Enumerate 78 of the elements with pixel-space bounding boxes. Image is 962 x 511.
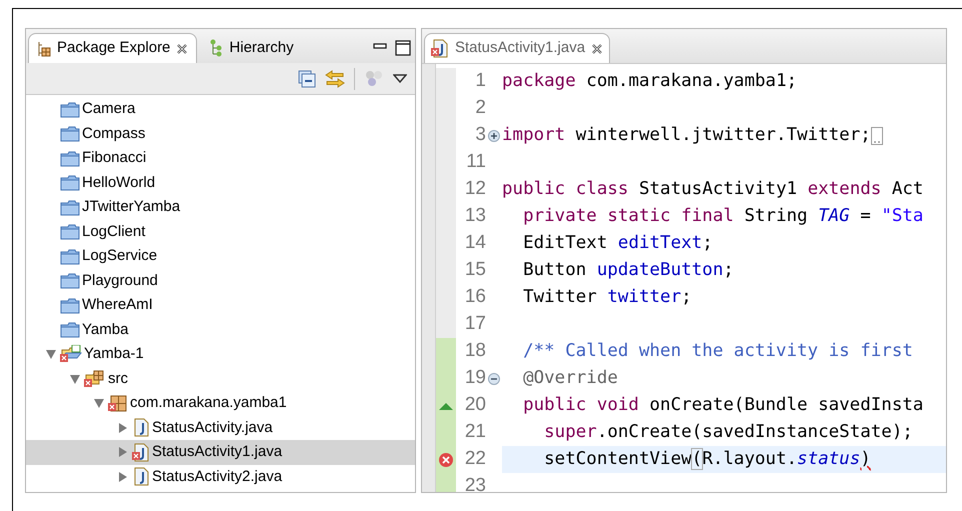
code-line: super.onCreate(savedInstanceState); bbox=[543, 421, 913, 444]
code-line: /** Called when the activity is first bbox=[522, 340, 913, 364]
tree-item[interactable]: src bbox=[26, 366, 415, 391]
expanded-arrow-icon[interactable] bbox=[68, 372, 82, 385]
line-number: 18 bbox=[464, 339, 486, 364]
folder-icon bbox=[60, 174, 80, 192]
code-line: @Override bbox=[522, 367, 618, 390]
expanded-arrow-icon[interactable] bbox=[44, 348, 58, 360]
tree-item[interactable]: Camera bbox=[26, 97, 415, 122]
tree-item[interactable]: Compass bbox=[26, 122, 415, 146]
line-number: 14 bbox=[464, 231, 486, 256]
code-line: package com.marakana.yamba1; bbox=[502, 70, 798, 94]
tree-item[interactable]: Yamba bbox=[26, 318, 415, 342]
fold-collapse-icon[interactable] bbox=[488, 372, 500, 384]
code-line: public class StatusActivity1 extends Act bbox=[502, 178, 924, 202]
line-number: 17 bbox=[464, 312, 486, 336]
view-menu-icon[interactable] bbox=[393, 74, 407, 84]
line-number: 13 bbox=[464, 204, 486, 228]
package-icon bbox=[108, 394, 128, 412]
collapse-all-icon[interactable] bbox=[298, 70, 316, 88]
maximize-icon[interactable] bbox=[395, 40, 411, 56]
fold-expand-icon[interactable] bbox=[488, 130, 500, 142]
close-icon[interactable] bbox=[176, 42, 188, 54]
tree-item[interactable]: StatusActivity.java bbox=[26, 416, 415, 440]
folder-icon bbox=[60, 248, 80, 265]
open-folder-icon bbox=[60, 345, 82, 364]
editor-tab[interactable]: StatusActivity1.java bbox=[424, 33, 610, 63]
folder-icon bbox=[60, 296, 80, 314]
package-explorer-icon bbox=[37, 40, 51, 56]
line-number: 23 bbox=[464, 474, 486, 492]
line-number: 11 bbox=[465, 150, 486, 174]
tree-item[interactable]: LogClient bbox=[26, 220, 415, 244]
tree-item[interactable]: StatusActivity2.java bbox=[26, 464, 415, 489]
line-number: 21 bbox=[464, 420, 486, 444]
folder-icon bbox=[60, 321, 80, 338]
folder-icon bbox=[60, 150, 80, 167]
line-number: 16 bbox=[464, 285, 486, 310]
line-number: 22 bbox=[464, 447, 486, 472]
folder-icon bbox=[60, 223, 80, 240]
code-line: setContentView(R.layout.status) bbox=[543, 448, 871, 472]
line-number: 12 bbox=[464, 177, 486, 202]
tree-item[interactable]: Fibonacci bbox=[26, 146, 415, 170]
close-icon[interactable] bbox=[591, 42, 604, 54]
view-tab[interactable]: Package Explore bbox=[28, 33, 198, 63]
folder-icon bbox=[60, 272, 80, 290]
tree-item[interactable]: WhereAmI bbox=[26, 293, 415, 318]
expanded-arrow-icon[interactable] bbox=[92, 397, 106, 410]
view-tab[interactable]: Hierarchy bbox=[201, 33, 302, 63]
code-line: import winterwell.jtwitter.Twitter; bbox=[502, 124, 871, 148]
line-number: 2 bbox=[474, 96, 486, 120]
link-arrows-icon[interactable] bbox=[324, 68, 346, 88]
tree-item[interactable]: JTwitterYamba bbox=[26, 195, 415, 220]
tree-item[interactable]: Playground bbox=[26, 268, 415, 293]
line-number: 1 bbox=[474, 69, 486, 94]
code-line: Twitter twitter; bbox=[522, 286, 692, 310]
code-line: Button updateButton; bbox=[522, 259, 734, 282]
java-file-icon bbox=[431, 39, 449, 58]
line-number: 15 bbox=[464, 258, 486, 282]
line-number: 19 bbox=[464, 366, 486, 390]
java-file-icon bbox=[132, 467, 150, 486]
code-line: EditText editText; bbox=[522, 232, 713, 256]
tree-item[interactable]: StatusActivity1.java bbox=[26, 440, 415, 464]
tree-item[interactable]: HelloWorld bbox=[26, 170, 415, 195]
folder-icon bbox=[60, 100, 80, 118]
code-line: public void onCreate(Bundle savedInsta bbox=[522, 394, 924, 418]
tree-item[interactable]: com.marakana.yamba1 bbox=[26, 391, 415, 416]
folder-icon bbox=[60, 198, 80, 216]
code-line: private static final String TAG = "Sta bbox=[522, 205, 924, 228]
line-number: 3 bbox=[474, 123, 486, 148]
java-file-icon bbox=[132, 442, 150, 462]
source-folder-icon bbox=[84, 370, 106, 388]
java-file-icon bbox=[132, 418, 150, 438]
hierarchy-icon bbox=[209, 39, 224, 57]
folded-code-icon bbox=[870, 126, 883, 144]
tree-item[interactable]: LogService bbox=[26, 244, 415, 268]
line-number: 20 bbox=[464, 393, 486, 418]
tree-item[interactable]: Yamba-1 bbox=[26, 342, 415, 366]
folder-icon bbox=[60, 125, 80, 142]
